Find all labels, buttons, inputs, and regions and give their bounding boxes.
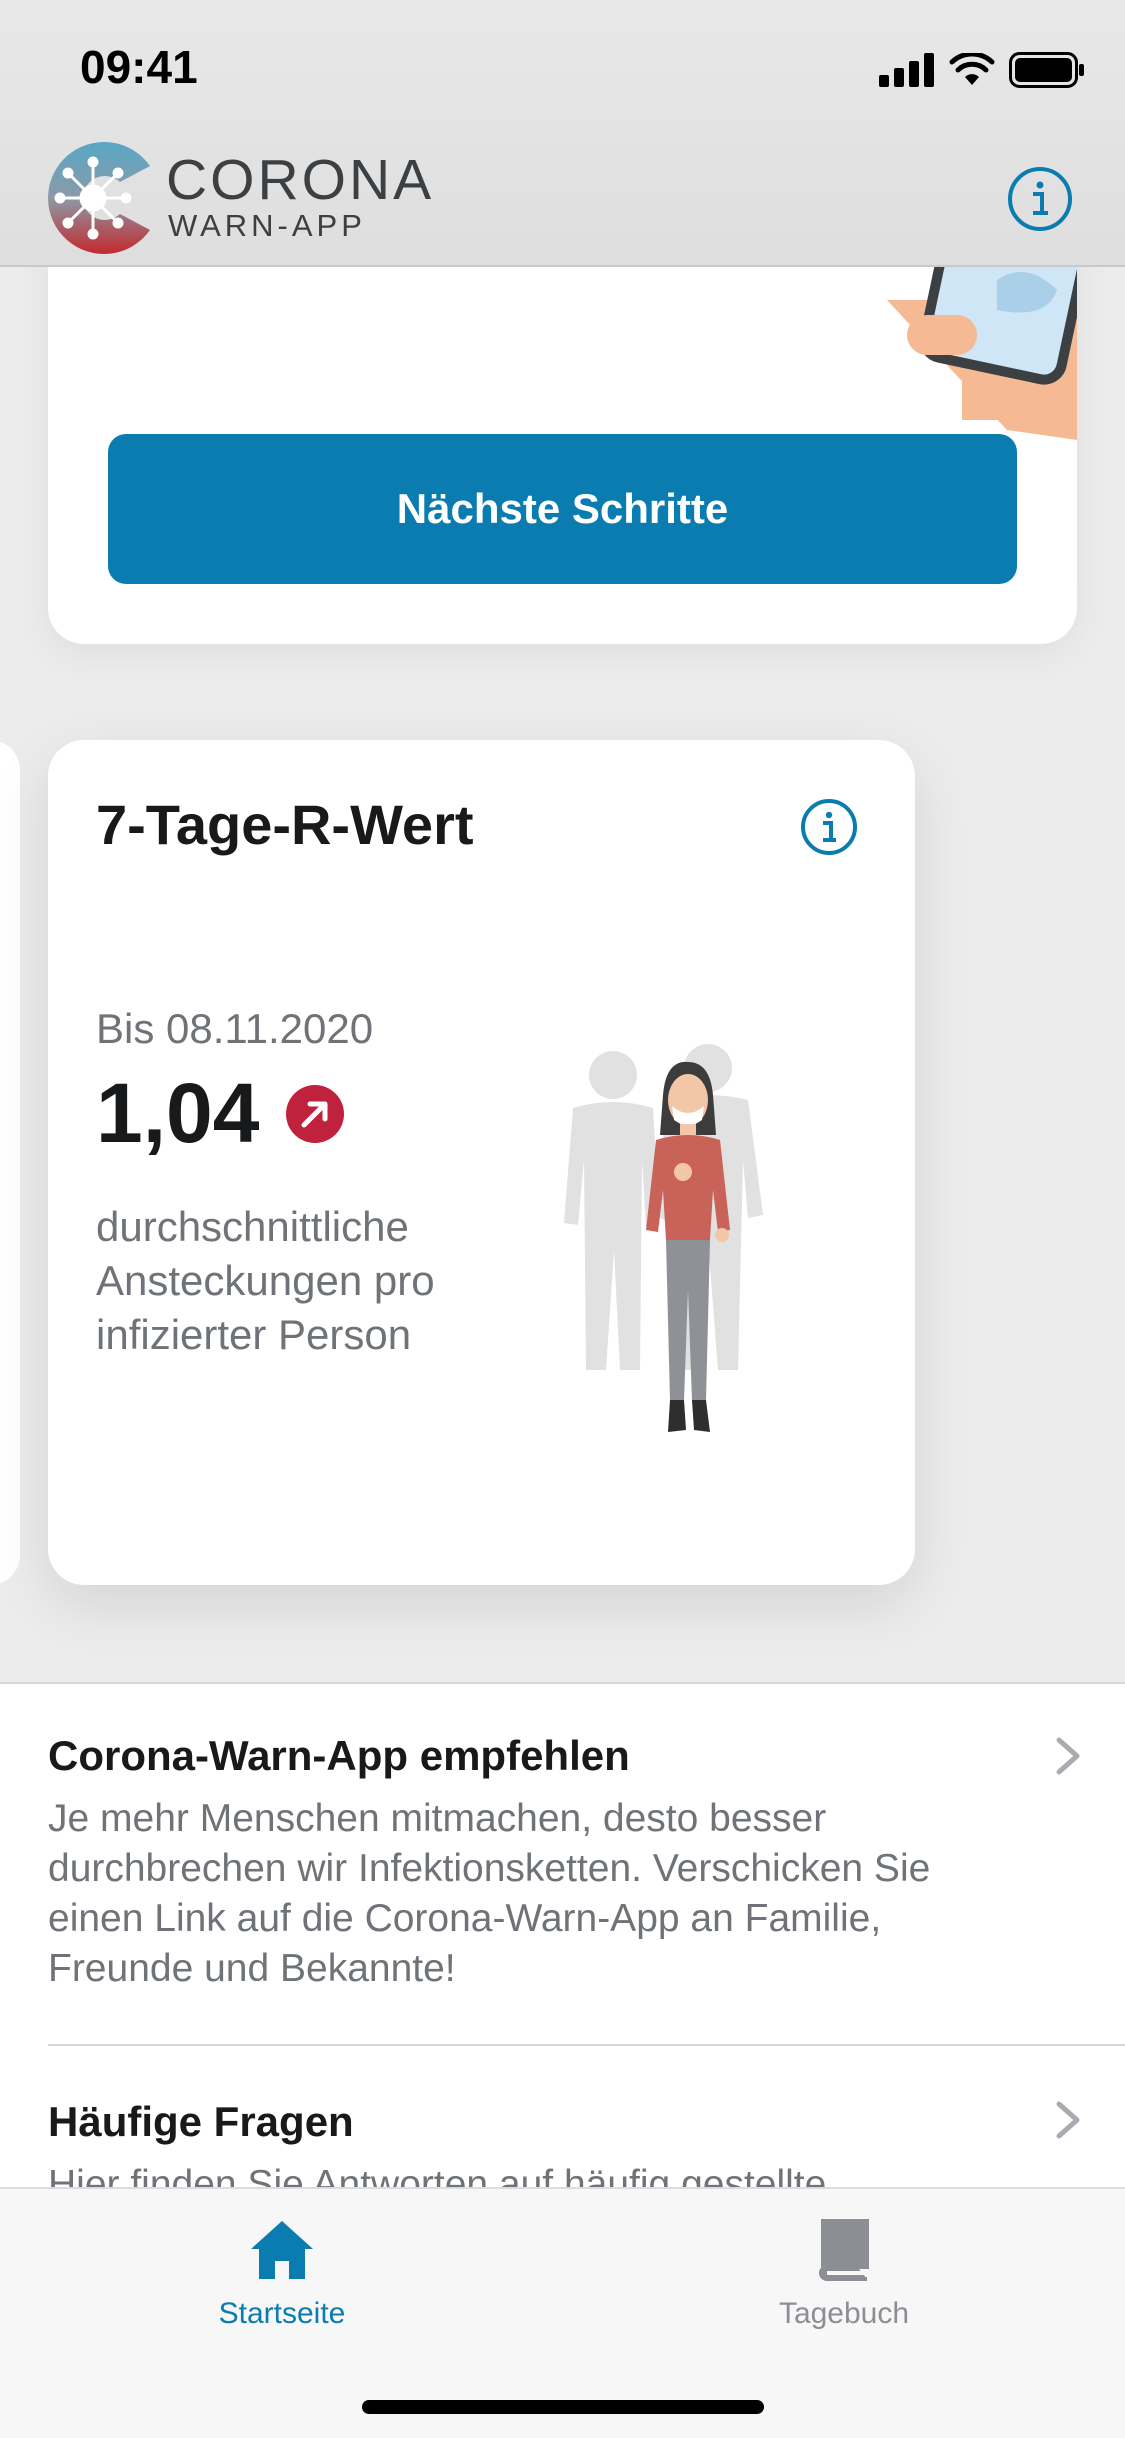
chevron-right-icon <box>1056 1737 1080 1775</box>
previous-carousel-card[interactable] <box>0 740 20 1585</box>
status-bar: 09:41 <box>0 0 1125 135</box>
tab-label: Tagebuch <box>778 2297 910 2330</box>
chevron-right-icon <box>1056 2101 1080 2139</box>
people-illustration <box>564 1044 763 1432</box>
r-value-row: 1,04 <box>96 1065 344 1162</box>
battery-icon <box>1009 52 1084 88</box>
info-list: Corona-Warn-App empfehlen Je mehr Mensch… <box>0 1682 1125 2196</box>
r-date-label: Bis 08.11.2020 <box>96 1005 374 1052</box>
app-logo <box>48 142 150 254</box>
r-card-title: 7-Tage-R-Wert <box>96 793 474 856</box>
home-indicator <box>362 2400 764 2414</box>
list-item-faq[interactable]: Häufige Fragen Hier finden Sie Antworten… <box>0 2046 1125 2196</box>
tab-bar: Startseite Tagebuch <box>0 2187 1125 2438</box>
logo-subtitle: WARN-APP <box>168 208 366 243</box>
r-value-card[interactable]: 7-Tage-R-Wert Bis 08.11.2020 1,04 durchs… <box>48 740 915 1585</box>
status-icons <box>879 50 1085 90</box>
wifi-icon <box>949 53 995 85</box>
logo-title: CORONA <box>166 148 435 212</box>
list-item-title: Häufige Fragen <box>48 2098 354 2145</box>
info-icon[interactable] <box>800 798 858 856</box>
tab-label: Startseite <box>218 2297 346 2330</box>
tab-tagebuch[interactable]: Tagebuch <box>724 2215 964 2345</box>
cellular-signal-icon <box>879 53 934 87</box>
list-item-title: Corona-Warn-App empfehlen <box>48 1732 630 1779</box>
next-steps-button[interactable]: Nächste Schritte <box>108 434 1017 584</box>
trend-up-icon <box>285 1084 344 1143</box>
list-item-recommend-app[interactable]: Corona-Warn-App empfehlen Je mehr Mensch… <box>0 1684 1125 2044</box>
tab-startseite[interactable]: Startseite <box>162 2215 402 2345</box>
status-time: 09:41 <box>80 41 198 93</box>
book-icon <box>819 2219 869 2281</box>
home-icon <box>251 2221 313 2279</box>
info-icon[interactable] <box>1006 165 1074 233</box>
r-description: durchschnittliche Ansteckungen pro infiz… <box>96 1203 435 1358</box>
list-item-text: Je mehr Menschen mitmachen, desto besser… <box>48 1797 931 1990</box>
r-value: 1,04 <box>96 1066 260 1160</box>
